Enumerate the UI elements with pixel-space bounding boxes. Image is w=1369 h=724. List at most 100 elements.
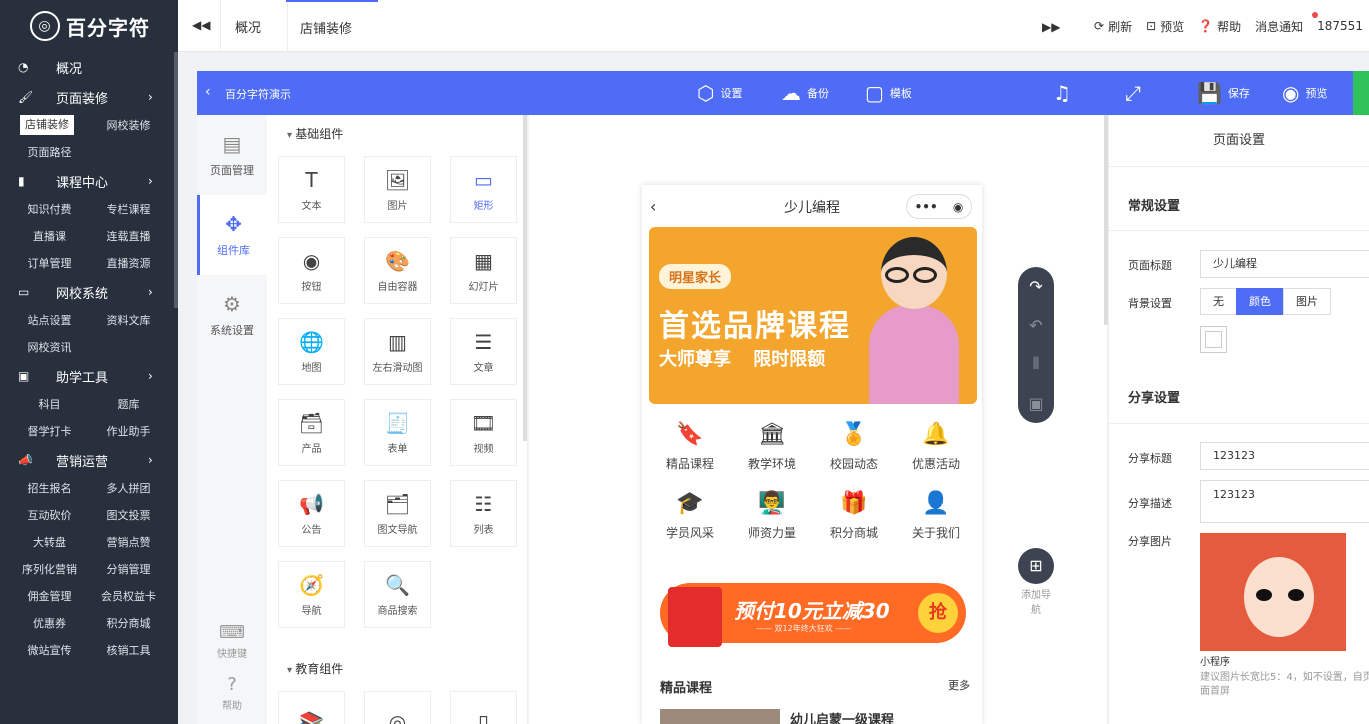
backup-button[interactable]: ☁ 备份 — [781, 81, 829, 105]
nav-component-library[interactable]: ✥ 组件库 — [197, 195, 267, 275]
shortcut-button[interactable]: ⌨ 快捷键 — [197, 622, 267, 660]
nav-system-settings[interactable]: ⚙ 系统设置 — [197, 275, 267, 355]
component-tile[interactable]: 🗃 产品 — [278, 399, 345, 466]
sidebar-item[interactable]: 站点设置 — [10, 307, 89, 334]
sidebar-item[interactable]: 网校资讯 — [10, 334, 89, 361]
more-link[interactable]: 更多 — [948, 677, 970, 693]
sidebar-scrollbar[interactable] — [174, 52, 178, 308]
sidebar-item[interactable]: 大转盘 — [10, 529, 89, 556]
phone-nav-item[interactable]: 👨‍🏫 师资力量 — [731, 488, 813, 541]
sidebar-item[interactable]: 互动砍价 — [10, 502, 89, 529]
sidebar-item[interactable]: 科目 — [10, 391, 89, 418]
component-tile[interactable]: 📢 公告 — [278, 480, 345, 547]
share-title-input[interactable]: 123123 — [1200, 442, 1369, 470]
save-draft-icon[interactable]: ▣ — [1028, 394, 1043, 413]
add-nav-button[interactable]: ⊞ 添加导航 — [1018, 548, 1054, 616]
component-tile[interactable]: ◎ — [364, 691, 431, 724]
phone-nav-item[interactable]: 🔔 优惠活动 — [895, 419, 977, 472]
component-tile[interactable]: ☷ 列表 — [450, 480, 517, 547]
help-nav-button[interactable]: ? 帮助 — [197, 674, 267, 712]
sidebar-item[interactable]: 直播资源 — [89, 250, 168, 277]
component-tile[interactable]: ▥ 左右滑动图 — [364, 318, 431, 385]
template-button[interactable]: ▢ 模板 — [865, 81, 912, 105]
notifications-button[interactable]: 消息通知 — [1255, 18, 1303, 35]
group-education-components[interactable]: 教育组件 — [267, 628, 527, 677]
component-tile[interactable]: ▭ 矩形 — [450, 156, 517, 223]
refresh-button[interactable]: ⟳ 刷新 — [1094, 18, 1132, 35]
sidebar-item[interactable]: 资料文库 — [89, 307, 168, 334]
component-tile[interactable]: 🎞 视频 — [450, 399, 517, 466]
phone-nav-item[interactable]: 🎓 学员风采 — [649, 488, 731, 541]
sidebar-item[interactable]: 招生报名 — [10, 475, 89, 502]
sidebar-item[interactable]: 核销工具 — [89, 637, 168, 664]
component-tile[interactable]: 🖼 图片 — [364, 156, 431, 223]
share-image[interactable] — [1200, 533, 1346, 651]
component-tile[interactable]: T 文本 — [278, 156, 345, 223]
phone-nav-item[interactable]: 🎁 积分商城 — [813, 488, 895, 541]
component-tile[interactable]: 🔍 商品搜索 — [364, 561, 431, 628]
sidebar-item[interactable]: 微站宣传 — [10, 637, 89, 664]
back-chevron-icon[interactable]: ‹ — [205, 84, 211, 100]
miniprogram-capsule[interactable]: ••• ◉ — [906, 194, 972, 219]
sidebar-item[interactable]: 题库 — [89, 391, 168, 418]
page-title-input[interactable]: 少儿编程 — [1200, 250, 1369, 278]
expand-right-icon[interactable]: ▶▶ — [1042, 20, 1060, 34]
share-desc-textarea[interactable]: 123123 — [1200, 480, 1369, 523]
sidebar-item[interactable]: 页面路径 — [10, 139, 89, 166]
sidebar-item[interactable]: 知识付费 — [10, 196, 89, 223]
sidebar-item[interactable]: 多人拼团 — [89, 475, 168, 502]
phone-nav-item[interactable]: 🏛 教学环境 — [731, 419, 813, 472]
sidebar-item[interactable]: 连载直播 — [89, 223, 168, 250]
nav-page-management[interactable]: ▤ 页面管理 — [197, 115, 267, 195]
sidebar-item[interactable]: 作业助手 — [89, 418, 168, 445]
editor-title[interactable]: 百分字符演示 — [225, 86, 291, 102]
sidebar-item[interactable]: 图文投票 — [89, 502, 168, 529]
component-tile[interactable]: ◉ 按钮 — [278, 237, 345, 304]
preview-button[interactable]: ⊡ 预览 — [1146, 18, 1184, 35]
group-basic-components[interactable]: 基础组件 — [267, 115, 527, 142]
sidebar-item[interactable]: 分销管理 — [89, 556, 168, 583]
user-account[interactable]: 187551 — [1317, 19, 1363, 33]
component-scrollbar[interactable] — [523, 115, 527, 441]
component-tile[interactable]: 🧾 表单 — [364, 399, 431, 466]
collapse-left-icon[interactable]: ◀◀ — [192, 18, 210, 32]
sidebar-item[interactable]: 直播课 — [10, 223, 89, 250]
sidebar-item[interactable]: 店铺装修 — [20, 115, 74, 135]
align-icon[interactable]: ⫴ — [1033, 354, 1040, 374]
sidebar-item[interactable]: 督学打卡 — [10, 418, 89, 445]
component-tile[interactable]: 🌐 地图 — [278, 318, 345, 385]
music-button[interactable]: ♫ — [1053, 81, 1071, 105]
component-tile[interactable]: 🗂 图文导航 — [364, 480, 431, 547]
course-title[interactable]: 幼儿启蒙一级课程 — [790, 709, 894, 724]
bg-option-none[interactable]: 无 — [1200, 288, 1237, 315]
sidebar-section[interactable]: ◔ 概况 — [0, 52, 178, 82]
help-button[interactable]: ❓ 帮助 — [1198, 18, 1241, 35]
publish-button[interactable] — [1353, 71, 1369, 115]
sidebar-item[interactable]: 序列化营销 — [10, 556, 89, 583]
component-tile[interactable]: 🎨 自由容器 — [364, 237, 431, 304]
banner-image[interactable]: 明星家长 首选品牌课程 大师尊享 限时限额 — [649, 227, 977, 404]
component-tile[interactable]: ▦ 幻灯片 — [450, 237, 517, 304]
component-tile[interactable]: ▯ — [450, 691, 517, 724]
component-tile[interactable]: ☰ 文章 — [450, 318, 517, 385]
sidebar-section[interactable]: ▭ 网校系统 › — [0, 277, 178, 307]
bg-option-image[interactable]: 图片 — [1283, 288, 1331, 315]
sidebar-section[interactable]: 🖌 页面装修 › — [0, 82, 178, 112]
course-thumbnail[interactable] — [660, 709, 780, 724]
sidebar-section[interactable]: ▮ 课程中心 › — [0, 166, 178, 196]
undo-icon[interactable]: ↶ — [1029, 316, 1042, 335]
sidebar-item[interactable]: 营销点赞 — [89, 529, 168, 556]
sidebar-item[interactable]: 优惠券 — [10, 610, 89, 637]
tab-store-decoration[interactable]: 店铺装修× — [286, 0, 378, 93]
component-tile[interactable]: 🧭 导航 — [278, 561, 345, 628]
sidebar-section[interactable]: 📣 营销运营 › — [0, 445, 178, 475]
component-tile[interactable]: 📚 — [278, 691, 345, 724]
bg-option-color[interactable]: 颜色 — [1236, 288, 1284, 315]
app-logo[interactable]: ◎ 百分字符 — [0, 0, 178, 52]
tab-overview[interactable]: 概况 — [220, 0, 288, 52]
phone-nav-item[interactable]: 🏅 校园动态 — [813, 419, 895, 472]
promo-banner[interactable]: 预付10元立减30 —— 双12年终大狂欢 —— 抢 — [660, 583, 966, 647]
save-button[interactable]: 💾 保存 — [1197, 81, 1250, 105]
phone-nav-item[interactable]: 🔖 精品课程 — [649, 419, 731, 472]
phone-nav-item[interactable]: 👤 关于我们 — [895, 488, 977, 541]
